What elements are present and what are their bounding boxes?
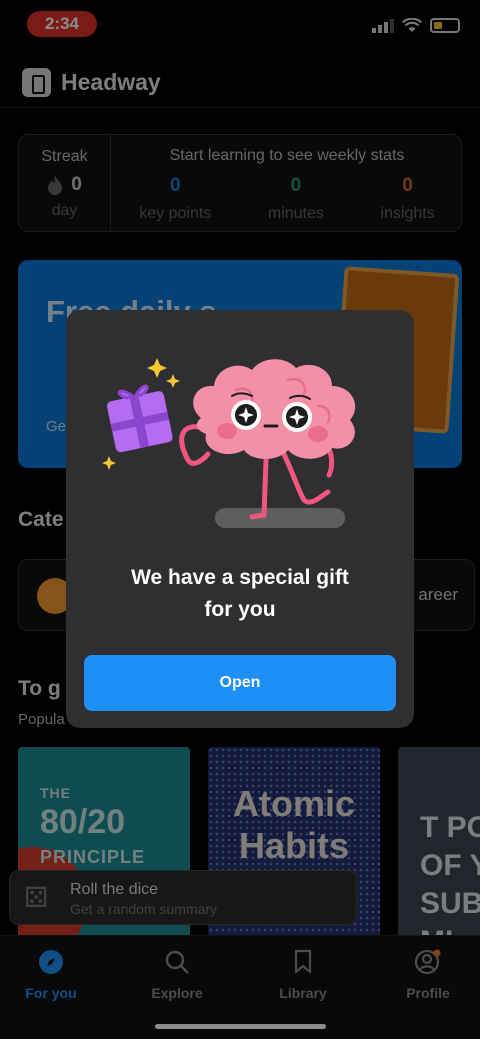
open-gift-button[interactable]: Open	[84, 655, 396, 711]
brain-gift-illustration	[102, 358, 356, 528]
gift-dialog: We have a special gift for you Open	[66, 310, 414, 728]
dialog-heading: We have a special gift for you	[131, 566, 349, 621]
